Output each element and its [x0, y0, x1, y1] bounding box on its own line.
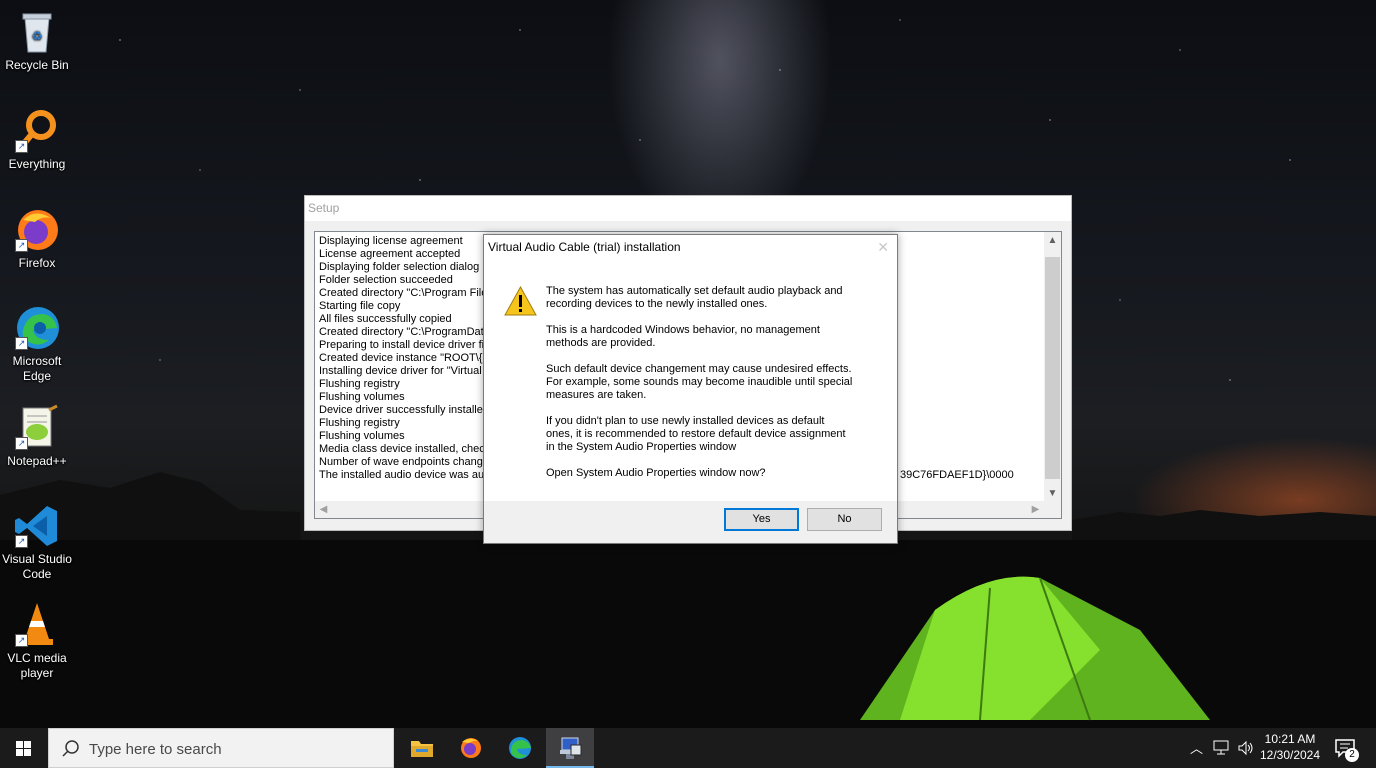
windows-logo-icon — [16, 741, 31, 756]
desktop-icon-microsoft-edge[interactable]: ↗ Microsoft Edge — [0, 304, 74, 384]
desktop-icon-label: Microsoft Edge — [12, 354, 62, 383]
desktop-icon-everything[interactable]: ↗ Everything — [0, 107, 74, 172]
log-line: Device driver successfully installed — [319, 404, 489, 416]
taskbar-search-box[interactable]: Type here to search — [48, 728, 394, 768]
scrollbar-thumb[interactable] — [1045, 257, 1060, 479]
yes-button[interactable]: Yes — [724, 508, 799, 531]
log-line: Flushing registry — [319, 378, 400, 390]
shortcut-arrow-icon: ↗ — [15, 634, 28, 647]
tent-image — [860, 576, 1210, 721]
scroll-down-icon[interactable]: ▼ — [1044, 485, 1061, 502]
volume-icon[interactable] — [1237, 740, 1255, 756]
edge-icon — [509, 737, 531, 759]
start-button[interactable] — [0, 728, 48, 768]
svg-text:♻: ♻ — [32, 29, 43, 43]
shortcut-arrow-icon: ↗ — [15, 239, 28, 252]
edge-icon: ↗ — [13, 304, 61, 352]
taskbar: Type here to search ︿ 10:21 AM 12/30/202… — [0, 728, 1376, 768]
firefox-icon: ↗ — [13, 206, 61, 254]
dialog-button-bar: Yes No — [484, 501, 897, 543]
dialog-paragraph: Such default device changement may cause… — [546, 363, 853, 401]
desktop-icon-firefox[interactable]: ↗ Firefox — [0, 206, 74, 271]
dialog-title: Virtual Audio Cable (trial) installation — [488, 240, 681, 254]
setup-window-title: Setup — [305, 196, 1071, 221]
log-line-tail: 39C76FDAEF1D}\0000 — [900, 469, 1014, 481]
desktop-icon-label: Recycle Bin — [5, 58, 69, 72]
everything-search-icon: ↗ — [13, 107, 61, 155]
clock-time: 10:21 AM — [1264, 732, 1316, 746]
log-line: Folder selection succeeded — [319, 274, 453, 286]
log-line: The installed audio device was aut — [319, 469, 488, 481]
log-line: Media class device installed, check — [319, 443, 491, 455]
desktop-icon-vlc[interactable]: ↗ VLC media player — [0, 601, 74, 681]
dialog-paragraph: If you didn't plan to use newly installe… — [546, 415, 846, 453]
shortcut-arrow-icon: ↗ — [15, 140, 28, 153]
network-icon[interactable] — [1213, 740, 1231, 756]
close-icon[interactable]: ✕ — [877, 239, 889, 256]
desktop-icon-notepad-plus-plus[interactable]: ↗ Notepad++ — [0, 404, 74, 469]
taskbar-edge[interactable] — [496, 728, 544, 768]
taskbar-clock[interactable]: 10:21 AM 12/30/2024 — [1254, 731, 1326, 763]
folder-icon — [411, 741, 433, 757]
desktop-icon-label: VLC media player — [7, 651, 67, 680]
log-line: Flushing registry — [319, 417, 400, 429]
log-line: Number of wave endpoints change — [319, 456, 489, 468]
dialog-paragraph: This is a hardcoded Windows behavior, no… — [546, 324, 820, 349]
scrollbar-corner — [1044, 501, 1061, 518]
log-line: Created directory "C:\Program File — [319, 287, 488, 299]
log-vertical-scrollbar[interactable]: ▲ ▼ — [1044, 232, 1061, 502]
no-button[interactable]: No — [807, 508, 882, 531]
firefox-icon — [461, 738, 481, 758]
warning-icon — [504, 286, 537, 316]
taskbar-firefox[interactable] — [447, 728, 495, 768]
log-line: Displaying license agreement — [319, 235, 463, 247]
shortcut-arrow-icon: ↗ — [15, 337, 28, 350]
dialog-paragraph: The system has automatically set default… — [546, 285, 843, 310]
log-line: Flushing volumes — [319, 430, 405, 442]
log-line: Installing device driver for "Virtual — [319, 365, 482, 377]
taskbar-setup-installer[interactable] — [546, 728, 594, 768]
log-line: Flushing volumes — [319, 391, 405, 403]
scroll-up-icon[interactable]: ▲ — [1044, 232, 1061, 249]
notification-count-badge: 2 — [1345, 748, 1359, 762]
log-line: Starting file copy — [319, 300, 401, 312]
log-line: Created directory "C:\ProgramDat — [319, 326, 484, 338]
clock-date: 12/30/2024 — [1259, 748, 1321, 762]
dialog-question: Open System Audio Properties window now? — [546, 467, 766, 479]
chevron-up-icon[interactable]: ︿ — [1190, 738, 1203, 757]
desktop: ♻ Recycle Bin ↗ Everything ↗ Firefox ↗ M… — [0, 0, 1376, 768]
scroll-right-icon[interactable]: ▶ — [1027, 501, 1044, 518]
desktop-icon-recycle-bin[interactable]: ♻ Recycle Bin — [0, 8, 74, 73]
log-line: Created device instance "ROOT\{8 — [319, 352, 489, 364]
desktop-icon-label: Notepad++ — [7, 454, 67, 468]
install-log-lines: Displaying license agreement License agr… — [319, 235, 490, 482]
log-line: Displaying folder selection dialog — [319, 261, 480, 273]
recycle-bin-icon: ♻ — [13, 8, 61, 56]
installer-icon — [560, 737, 582, 759]
vscode-icon: ↗ — [13, 502, 61, 550]
log-line: All files successfully copied — [319, 313, 452, 325]
search-placeholder: Type here to search — [89, 741, 222, 758]
notepad-plus-plus-icon: ↗ — [13, 404, 61, 452]
vac-installation-dialog: Virtual Audio Cable (trial) installation… — [483, 234, 898, 544]
desktop-icon-label: Visual Studio Code — [2, 552, 72, 581]
desktop-icon-visual-studio-code[interactable]: ↗ Visual Studio Code — [0, 502, 74, 582]
vlc-cone-icon: ↗ — [13, 601, 61, 649]
dialog-message: The system has automatically set default… — [546, 285, 876, 493]
log-line: Preparing to install device driver fi — [319, 339, 485, 351]
desktop-icon-label: Firefox — [18, 256, 56, 270]
shortcut-arrow-icon: ↗ — [15, 535, 28, 548]
scroll-left-icon[interactable]: ◀ — [315, 501, 332, 518]
search-icon — [62, 740, 79, 757]
log-line: License agreement accepted — [319, 248, 461, 260]
shortcut-arrow-icon: ↗ — [15, 437, 28, 450]
desktop-icon-label: Everything — [8, 157, 66, 171]
taskbar-file-explorer[interactable] — [398, 728, 446, 768]
